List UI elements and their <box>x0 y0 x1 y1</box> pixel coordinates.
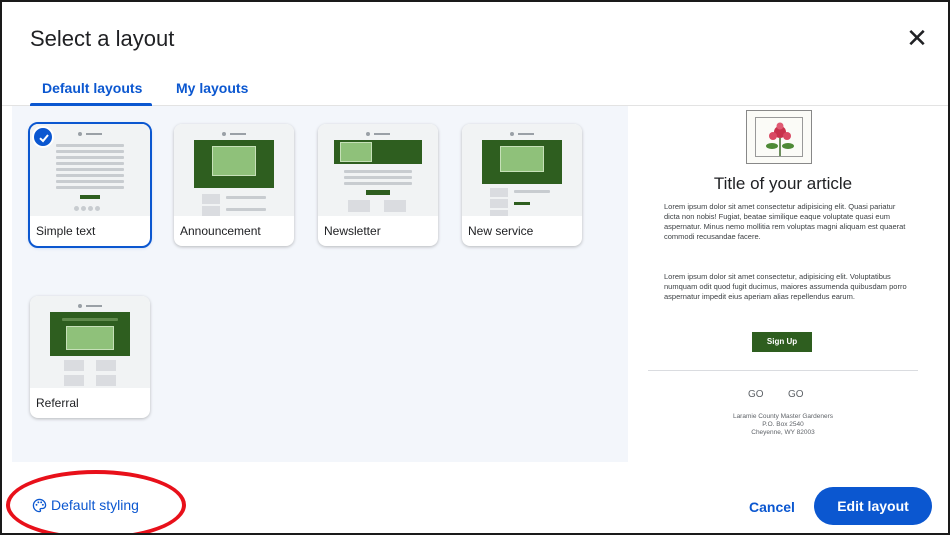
organization-logo <box>746 110 812 164</box>
layout-card-label: Announcement <box>180 224 261 238</box>
link-icon: GO <box>788 389 804 400</box>
layout-card-newsletter[interactable]: Newsletter <box>318 124 438 246</box>
preview-article-title: Title of your article <box>713 174 853 193</box>
tab-my-layouts[interactable]: My layouts <box>176 80 248 96</box>
layout-card-referral[interactable]: Referral <box>30 296 150 418</box>
address-line: Laramie County Master Gardeners <box>732 413 834 420</box>
selected-check-icon <box>32 126 54 148</box>
tab-default-layouts[interactable]: Default layouts <box>42 80 142 96</box>
layout-card-label: Newsletter <box>324 224 381 238</box>
default-styling-button[interactable]: Default styling <box>32 497 139 513</box>
layout-thumbnail <box>174 124 294 216</box>
preview-address: Laramie County Master Gardeners P.O. Box… <box>628 413 938 437</box>
default-styling-label: Default styling <box>51 497 139 513</box>
layout-card-simple-text[interactable]: Simple text <box>28 122 152 248</box>
layout-thumbnail <box>462 124 582 216</box>
layout-grid: Simple text Announcement Newsletter New … <box>12 106 628 462</box>
preview-divider <box>648 370 918 371</box>
address-line: Cheyenne, WY 82003 <box>751 429 815 436</box>
palette-icon <box>32 498 47 513</box>
layout-card-label: Simple text <box>36 224 96 238</box>
layout-card-label: New service <box>468 224 534 238</box>
select-layout-dialog: Select a layout ✕ Default layouts My lay… <box>0 0 950 535</box>
link-icon: GO <box>748 389 764 400</box>
layout-tabs: Default layouts My layouts <box>2 72 948 106</box>
layout-preview: Title of your article Lorem ipsum dolor … <box>628 106 938 462</box>
dialog-title: Select a layout <box>30 26 175 51</box>
layout-thumbnail <box>30 296 150 388</box>
preview-paragraph: Lorem ipsum dolor sit amet consectetur, … <box>664 272 907 301</box>
layout-card-label: Referral <box>36 396 79 410</box>
address-line: P.O. Box 2540 <box>762 421 804 428</box>
layout-card-announcement[interactable]: Announcement <box>174 124 294 246</box>
preview-sign-up-button: Sign Up <box>752 332 812 352</box>
edit-layout-button[interactable]: Edit layout <box>814 487 932 525</box>
layout-card-new-service[interactable]: New service <box>462 124 582 246</box>
cancel-button[interactable]: Cancel <box>732 490 812 524</box>
preview-paragraph: Lorem ipsum dolor sit amet consectetur a… <box>664 202 906 241</box>
close-icon[interactable]: ✕ <box>902 24 932 54</box>
layout-thumbnail <box>318 124 438 216</box>
